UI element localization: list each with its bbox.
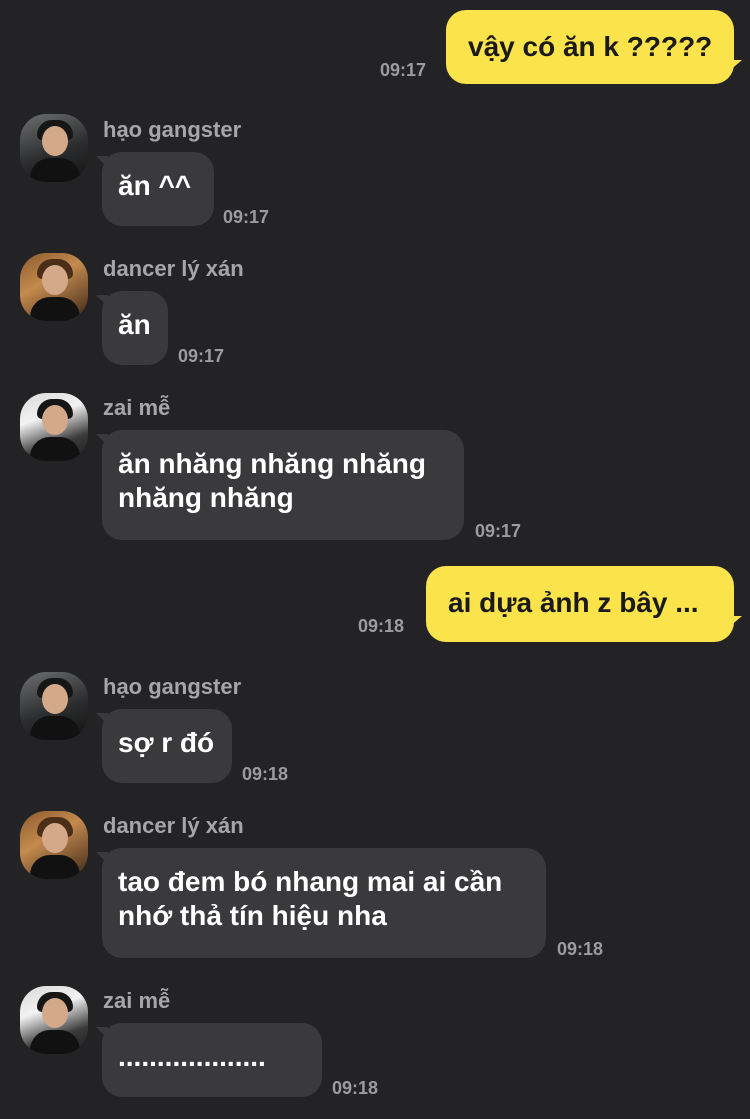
incoming-message-bubble[interactable]: ................... <box>102 1023 322 1097</box>
message-timestamp: 09:17 <box>380 60 427 80</box>
sender-name: dancer lý xán <box>103 256 244 281</box>
incoming-message-bubble[interactable]: tao đem bó nhang mai ai cần nhớ thả tín … <box>102 848 546 958</box>
message-text: vậy có ăn k ????? <box>468 31 713 62</box>
sender-name: hạo gangster <box>103 674 242 699</box>
message-text-line: ăn nhăng nhăng nhăng <box>118 448 426 479</box>
message-text: ăn ^^ <box>118 170 192 201</box>
message-text: ăn <box>118 309 151 340</box>
message-text-line: nhớ thả tín hiệu nha <box>118 900 387 931</box>
outgoing-message-bubble[interactable]: vậy có ăn k ????? <box>446 10 734 84</box>
message-text-line: tao đem bó nhang mai ai cần <box>118 866 503 897</box>
bubble-tail <box>728 616 742 628</box>
message-timestamp: 09:18 <box>332 1078 379 1098</box>
message-text: sợ r đó <box>118 727 215 758</box>
avatar-photo-dancer[interactable] <box>20 253 88 321</box>
chat-message-list[interactable]: 09:17 vậy có ăn k ????? hạo gangster ăn … <box>0 0 750 1119</box>
sender-name: hạo gangster <box>103 117 242 142</box>
sender-name: zai mễ <box>103 988 171 1013</box>
message-timestamp: 09:17 <box>475 521 522 541</box>
incoming-message-bubble[interactable]: ăn <box>102 291 168 365</box>
outgoing-message-bubble[interactable]: ai dựa ảnh z bây ... <box>426 566 734 642</box>
avatar-photo-zai[interactable] <box>20 986 88 1054</box>
message-timestamp: 09:17 <box>178 346 225 366</box>
message-timestamp: 09:18 <box>242 764 289 784</box>
message-text-line: nhăng nhăng <box>118 482 294 513</box>
sender-name: dancer lý xán <box>103 813 244 838</box>
message-text: ai dựa ảnh z bây ... <box>448 587 699 618</box>
incoming-message-bubble[interactable]: sợ r đó <box>102 709 232 783</box>
bubble-tail <box>728 60 742 72</box>
avatar-photo-hao[interactable] <box>20 672 88 740</box>
incoming-message-bubble[interactable]: ăn nhăng nhăng nhăng nhăng nhăng <box>102 430 464 540</box>
message-text: ................... <box>118 1041 266 1072</box>
message-timestamp: 09:18 <box>557 939 604 959</box>
incoming-message-bubble[interactable]: ăn ^^ <box>102 152 214 226</box>
sender-name: zai mễ <box>103 395 171 420</box>
message-timestamp: 09:17 <box>223 207 270 227</box>
avatar-photo-dancer[interactable] <box>20 811 88 879</box>
message-timestamp: 09:18 <box>358 616 405 636</box>
avatar-photo-zai[interactable] <box>20 393 88 461</box>
avatar-photo-hao[interactable] <box>20 114 88 182</box>
